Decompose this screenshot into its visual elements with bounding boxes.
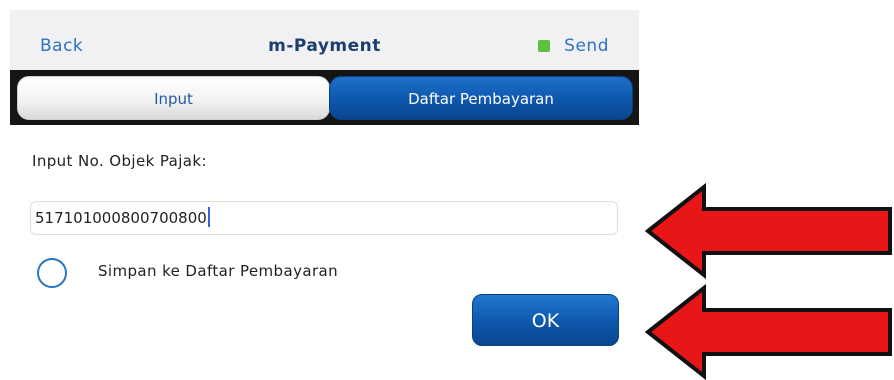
- tax-object-number-label: Input No. Objek Pajak:: [32, 152, 207, 170]
- save-to-payment-list-radio[interactable]: [37, 258, 67, 288]
- ok-button[interactable]: OK: [472, 294, 619, 346]
- arrow-left-icon: [644, 284, 892, 380]
- arrow-left-icon: [644, 183, 892, 279]
- save-to-payment-list-label[interactable]: Simpan ke Daftar Pembayaran: [98, 262, 338, 280]
- send-button[interactable]: Send: [538, 10, 609, 70]
- send-label: Send: [564, 36, 609, 56]
- input-value: 517101000800700800: [35, 209, 207, 227]
- tax-object-number-input[interactable]: 517101000800700800: [30, 201, 618, 235]
- status-indicator-icon: [538, 40, 551, 52]
- back-button[interactable]: Back: [40, 10, 83, 70]
- navigation-bar: Back m-Payment Send: [10, 10, 639, 70]
- text-cursor: [207, 207, 210, 227]
- tab-input[interactable]: Input: [17, 76, 330, 120]
- tab-daftar-pembayaran[interactable]: Daftar Pembayaran: [329, 76, 633, 120]
- segmented-control: Input Daftar Pembayaran: [10, 70, 639, 125]
